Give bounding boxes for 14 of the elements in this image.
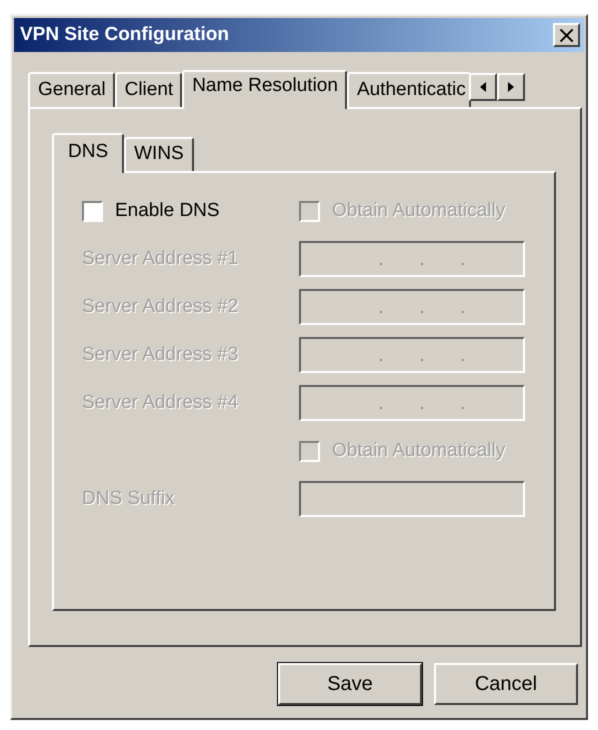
save-button[interactable]: Save bbox=[278, 663, 422, 705]
tab[interactable]: WINS bbox=[124, 137, 194, 171]
window-title: VPN Site Configuration bbox=[20, 24, 229, 46]
right-arrow-icon bbox=[506, 82, 515, 92]
tab[interactable]: Name Resolution bbox=[182, 70, 347, 109]
checkbox[interactable] bbox=[82, 200, 103, 222]
tab[interactable]: DNS bbox=[52, 133, 124, 173]
scroll-right-button[interactable] bbox=[496, 72, 525, 100]
checkbox-label: Enable DNS bbox=[115, 200, 220, 222]
left-arrow-icon bbox=[478, 82, 487, 92]
close-button[interactable]: × bbox=[553, 23, 580, 47]
cancel-button[interactable]: Cancel bbox=[434, 663, 578, 705]
tab[interactable]: General bbox=[28, 72, 115, 107]
scroll-left-button[interactable] bbox=[468, 72, 497, 100]
